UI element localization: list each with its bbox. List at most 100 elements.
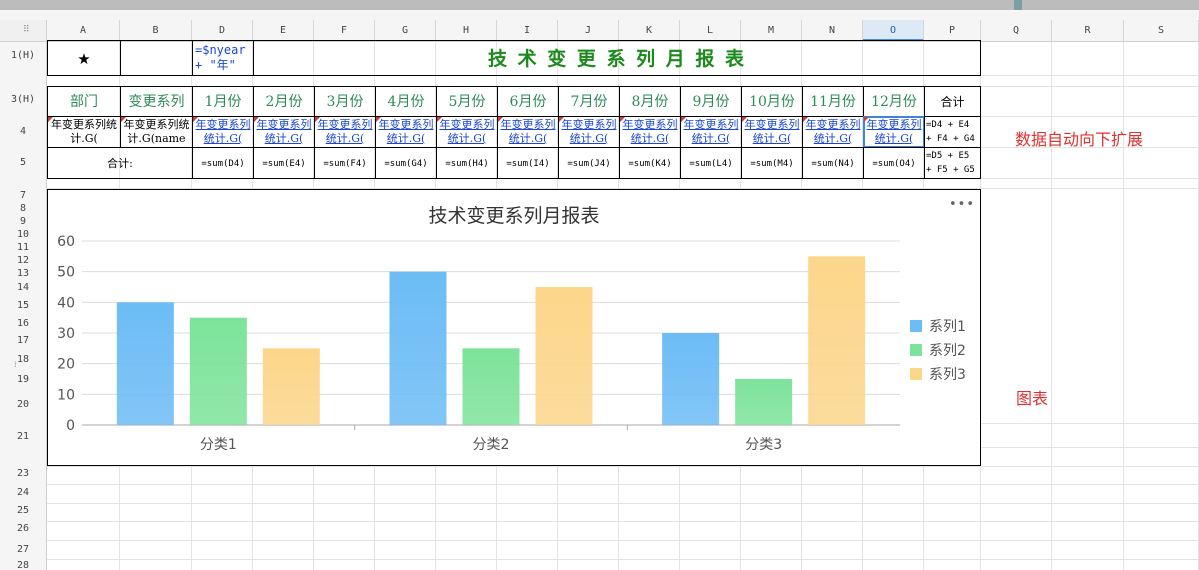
header-month-1[interactable]: 1月份 (192, 86, 254, 117)
row-header[interactable]: 13 (0, 267, 46, 281)
column-header-H[interactable]: H (436, 20, 497, 41)
cell-b4-series-group[interactable]: 年变更系列统计.G(name (120, 116, 193, 148)
cell-month-formula-11[interactable]: 年变更系列统计.G( (802, 116, 864, 148)
bar-系列2-分类2[interactable] (462, 348, 520, 425)
scroll-marker[interactable] (1014, 0, 1022, 10)
row-header[interactable]: 16 (0, 317, 46, 331)
column-header-D[interactable]: D (192, 20, 253, 41)
report-title[interactable]: 技 术 变 更 系 列 月 报 表 (253, 40, 981, 76)
cell-month-formula-12[interactable]: 年变更系列统计.G( (863, 116, 925, 148)
row-header[interactable]: 21 (0, 430, 46, 444)
cell-month-formula-5[interactable]: 年变更系列统计.G( (436, 116, 498, 148)
row-header[interactable]: 3(H) (0, 93, 46, 107)
header-month-6[interactable]: 6月份 (497, 86, 559, 117)
cell-month-formula-8[interactable]: 年变更系列统计.G( (619, 116, 681, 148)
column-header-L[interactable]: L (680, 20, 741, 41)
row-header[interactable]: 14 (0, 281, 46, 295)
cell-month-sum-11[interactable]: =sum(N4) (802, 147, 864, 179)
row-header[interactable]: 28 (0, 559, 46, 570)
bar-系列3-分类2[interactable] (535, 287, 593, 425)
row-header[interactable]: 10 (0, 228, 46, 242)
row-header[interactable]: 15 (0, 299, 46, 313)
cell-d1-year-formula[interactable]: =$nyear + "年" (192, 40, 254, 76)
legend-label[interactable]: 系列1 (929, 319, 966, 335)
row-header[interactable]: 25 (0, 504, 46, 518)
header-month-2[interactable]: 2月份 (253, 86, 315, 117)
row-header[interactable]: 12 (0, 254, 46, 268)
cell-month-sum-12[interactable]: =sum(O4) (863, 147, 925, 179)
cell-month-sum-10[interactable]: =sum(M4) (741, 147, 803, 179)
row-header[interactable]: 26 (0, 522, 46, 536)
cell-month-formula-2[interactable]: 年变更系列统计.G( (253, 116, 315, 148)
more-options-icon[interactable]: ••• (949, 198, 975, 211)
legend-label[interactable]: 系列3 (929, 367, 966, 383)
cell-month-sum-7[interactable]: =sum(J4) (558, 147, 620, 179)
cell-month-sum-9[interactable]: =sum(L4) (680, 147, 742, 179)
header-month-12[interactable]: 12月份 (863, 86, 925, 117)
column-header-S[interactable]: S (1124, 20, 1199, 41)
row-header[interactable]: 23 (0, 467, 46, 481)
row-header[interactable]: 20 (0, 398, 46, 412)
cell-p5-total-formula[interactable]: =D5 + E5 + F5 + G5 (924, 147, 981, 179)
column-header-G[interactable]: G (375, 20, 436, 41)
column-header-N[interactable]: N (802, 20, 863, 41)
row-header[interactable]: 11 (0, 241, 46, 255)
header-month-9[interactable]: 9月份 (680, 86, 742, 117)
bar-系列2-分类1[interactable] (189, 317, 247, 425)
chart-container[interactable]: 技术变更系列月报表 0 10 20 30 40 50 60 分类1 分类2 分类3 系列1 系列2 系列3 (47, 189, 981, 466)
row-header[interactable]: 4 (0, 125, 46, 139)
row-header[interactable]: 19 (0, 373, 46, 387)
cell-month-sum-1[interactable]: =sum(D4) (192, 147, 254, 179)
cell-month-sum-5[interactable]: =sum(H4) (436, 147, 498, 179)
header-dept[interactable]: 部门 (47, 86, 121, 117)
row-header[interactable]: 7 (0, 189, 46, 203)
header-month-8[interactable]: 8月份 (619, 86, 681, 117)
cell-p4-total-formula[interactable]: =D4 + E4 + F4 + G4 (924, 116, 981, 148)
cell-a1-star[interactable]: ★ (47, 40, 121, 76)
cell-month-formula-1[interactable]: 年变更系列统计.G( (192, 116, 254, 148)
column-header-P[interactable]: P (924, 20, 981, 41)
legend-swatch[interactable] (910, 320, 922, 332)
bar-系列1-分类2[interactable] (389, 271, 447, 425)
cell-month-sum-4[interactable]: =sum(G4) (375, 147, 437, 179)
bar-系列3-分类3[interactable] (808, 256, 866, 425)
row-header[interactable]: 5 (0, 156, 46, 170)
bar-系列1-分类1[interactable] (116, 302, 174, 425)
cell-month-formula-4[interactable]: 年变更系列统计.G( (375, 116, 437, 148)
cell-month-formula-3[interactable]: 年变更系列统计.G( (314, 116, 376, 148)
header-month-5[interactable]: 5月份 (436, 86, 498, 117)
header-month-3[interactable]: 3月份 (314, 86, 376, 117)
row-header[interactable]: 24 (0, 486, 46, 500)
row-header[interactable]: 27 (0, 543, 46, 557)
column-header-I[interactable]: I (497, 20, 558, 41)
legend-swatch[interactable] (910, 344, 922, 356)
cell-month-formula-7[interactable]: 年变更系列统计.G( (558, 116, 620, 148)
column-header-Q[interactable]: Q (981, 20, 1052, 41)
header-month-10[interactable]: 10月份 (741, 86, 803, 117)
column-header-R[interactable]: R (1052, 20, 1124, 41)
legend-swatch[interactable] (910, 368, 922, 380)
row-header[interactable]: 1(H) (0, 49, 46, 63)
cell-month-sum-6[interactable]: =sum(I4) (497, 147, 559, 179)
row-header[interactable]: 9 (0, 215, 46, 229)
row-header[interactable]: 18 (0, 353, 46, 367)
cell-b1[interactable] (120, 40, 193, 76)
column-header-F[interactable]: F (314, 20, 375, 41)
cell-month-sum-8[interactable]: =sum(K4) (619, 147, 681, 179)
bar-系列2-分类3[interactable] (735, 379, 793, 425)
column-header-M[interactable]: M (741, 20, 802, 41)
cell-month-formula-6[interactable]: 年变更系列统计.G( (497, 116, 559, 148)
header-month-11[interactable]: 11月份 (802, 86, 864, 117)
column-header-E[interactable]: E (253, 20, 314, 41)
header-month-4[interactable]: 4月份 (375, 86, 437, 117)
row-header[interactable]: 17 (0, 334, 46, 348)
column-header-O[interactable]: O (863, 20, 924, 41)
header-month-7[interactable]: 7月份 (558, 86, 620, 117)
cell-month-formula-10[interactable]: 年变更系列统计.G( (741, 116, 803, 148)
cell-month-sum-2[interactable]: =sum(E4) (253, 147, 315, 179)
row-header[interactable]: 8 (0, 202, 46, 216)
column-header-B[interactable]: B (120, 20, 192, 41)
cell-month-formula-9[interactable]: 年变更系列统计.G( (680, 116, 742, 148)
column-header-J[interactable]: J (558, 20, 619, 41)
header-series[interactable]: 变更系列 (120, 86, 193, 117)
